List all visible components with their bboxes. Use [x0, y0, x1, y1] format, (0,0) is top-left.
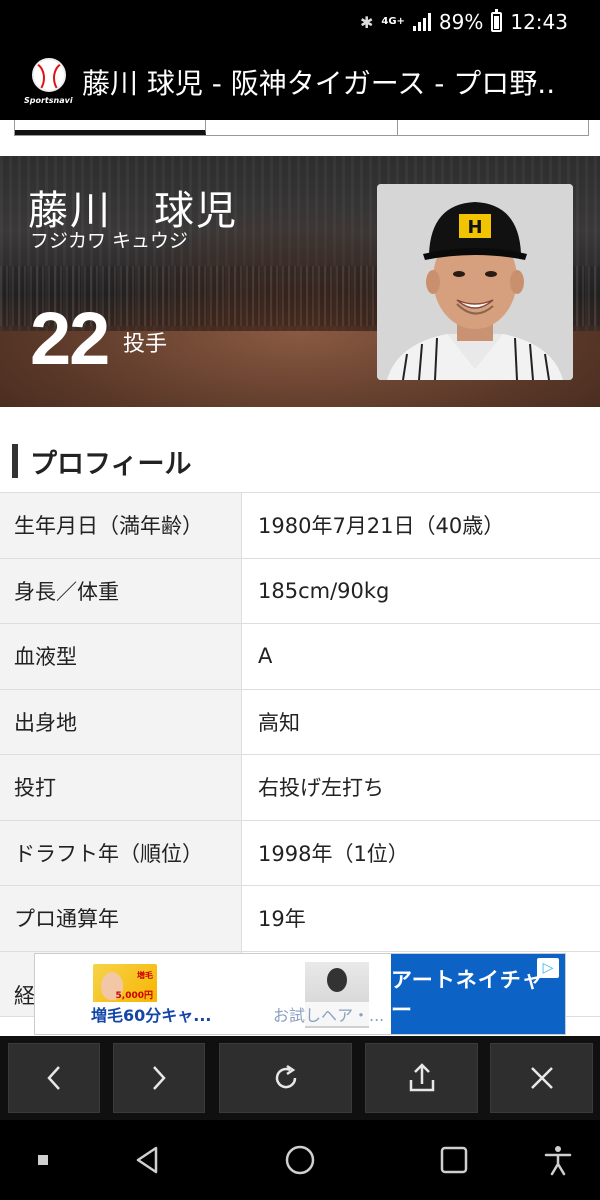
home-circle-icon [285, 1145, 315, 1175]
menu-dot-button[interactable] [28, 1120, 58, 1200]
table-row: プロ通算年 19年 [0, 886, 600, 952]
back-button[interactable] [8, 1043, 100, 1113]
table-row: 血液型 A [0, 624, 600, 690]
profile-heading: プロフィール [12, 444, 192, 480]
profile-table: 生年月日（満年齢） 1980年7月21日（40歳） 身長／体重 185cm/90… [0, 492, 600, 1017]
ad-thumbnail-1: 増毛 5,000円 [93, 964, 157, 1004]
reload-button[interactable] [219, 1043, 352, 1113]
battery-icon [491, 9, 503, 32]
heading-accent-bar [12, 444, 18, 478]
row-value: 19年 [258, 907, 306, 932]
reload-icon [275, 1064, 296, 1089]
chevron-left-icon [47, 1066, 60, 1090]
ad-brand-panel[interactable]: アートネイチャー ▷ [391, 954, 565, 1034]
section-tabs [0, 120, 600, 138]
row-value: 185cm/90kg [258, 578, 390, 603]
player-hero: 藤川 球児 フジカワ キュウジ 22 投手 H [0, 156, 600, 407]
row-label: ドラフト年（順位） [0, 820, 242, 885]
ad-thumb-price: 5,000円 [115, 991, 153, 1001]
ad-item-2-label[interactable]: お試しヘア・... [273, 1002, 385, 1026]
player-photo-image: H [377, 184, 573, 380]
browser-title-bar: Sportsnavi 藤川 球児 - 阪神タイガース - プロ野.. [0, 44, 600, 120]
row-value: A [258, 644, 273, 669]
svg-text:H: H [467, 217, 482, 238]
sportsnavi-logo[interactable]: Sportsnavi [24, 54, 74, 110]
row-label: 投打 [0, 755, 242, 820]
system-nav-bar [0, 1120, 600, 1200]
table-row: 生年月日（満年齢） 1980年7月21日（40歳） [0, 493, 600, 559]
battery-percent: 89% [438, 10, 484, 34]
browser-toolbar [0, 1036, 600, 1120]
tab-3[interactable] [398, 120, 588, 135]
row-value: 高知 [258, 710, 300, 735]
ad-item-1[interactable]: 増毛 5,000円 増毛60分キャ... [35, 954, 271, 1034]
ad-banner[interactable]: 増毛 5,000円 増毛60分キャ... お試しヘア・... アートネイチャー … [34, 953, 566, 1035]
adchoices-icon[interactable]: ▷ [537, 958, 559, 978]
network-indicator: 4G+ [381, 16, 405, 27]
row-label: プロ通算年 [0, 886, 242, 951]
page-title: 藤川 球児 - 阪神タイガース - プロ野.. [82, 67, 556, 100]
clock: 12:43 [510, 10, 568, 34]
person-icon [327, 968, 347, 992]
status-bar: ✱ 4G+ 89% 12:43 [0, 0, 600, 44]
table-row: ドラフト年（順位） 1998年（1位） [0, 820, 600, 886]
row-value: 1980年7月21日（40歳） [258, 514, 505, 539]
player-position: 投手 [123, 332, 168, 357]
profile-heading-text: プロフィール [30, 448, 192, 480]
player-name-kana: フジカワ キュウジ [30, 230, 189, 252]
accessibility-icon [544, 1146, 572, 1176]
forward-button[interactable] [113, 1043, 205, 1113]
row-value: 1998年（1位） [258, 841, 409, 866]
recents-button[interactable] [426, 1120, 482, 1200]
ad-item-1-label[interactable]: 増毛60分キャ... [89, 1002, 214, 1026]
row-label: 血液型 [0, 624, 242, 689]
baseball-icon [32, 58, 66, 92]
ad-item-2[interactable]: お試しヘア・... [271, 954, 391, 1034]
ad-thumb-title: 増毛 [137, 971, 153, 980]
row-label: 身長／体重 [0, 558, 242, 623]
row-label: 出身地 [0, 689, 242, 754]
chevron-right-icon [153, 1066, 166, 1090]
home-button[interactable] [272, 1120, 328, 1200]
player-photo: H [377, 184, 573, 380]
uniform-number: 22 [30, 297, 110, 380]
share-button[interactable] [365, 1043, 478, 1113]
accessibility-button[interactable] [530, 1120, 586, 1200]
bluetooth-icon: ✱ [359, 12, 374, 32]
dot-icon [38, 1155, 48, 1165]
tab-1[interactable] [15, 120, 207, 135]
system-back-button[interactable] [120, 1120, 176, 1200]
row-value: 右投げ左打ち [258, 776, 384, 801]
table-row: 身長／体重 185cm/90kg [0, 558, 600, 624]
share-icon [409, 1063, 434, 1092]
table-row: 出身地 高知 [0, 689, 600, 755]
close-icon [530, 1067, 553, 1089]
close-button[interactable] [490, 1043, 593, 1113]
table-row: 投打 右投げ左打ち [0, 755, 600, 821]
logo-text: Sportsnavi [24, 96, 73, 105]
signal-icon [412, 13, 431, 31]
recents-square-icon [440, 1146, 468, 1174]
row-label: 生年月日（満年齢） [0, 493, 242, 558]
back-triangle-icon [136, 1146, 158, 1174]
tab-2[interactable] [206, 120, 398, 135]
